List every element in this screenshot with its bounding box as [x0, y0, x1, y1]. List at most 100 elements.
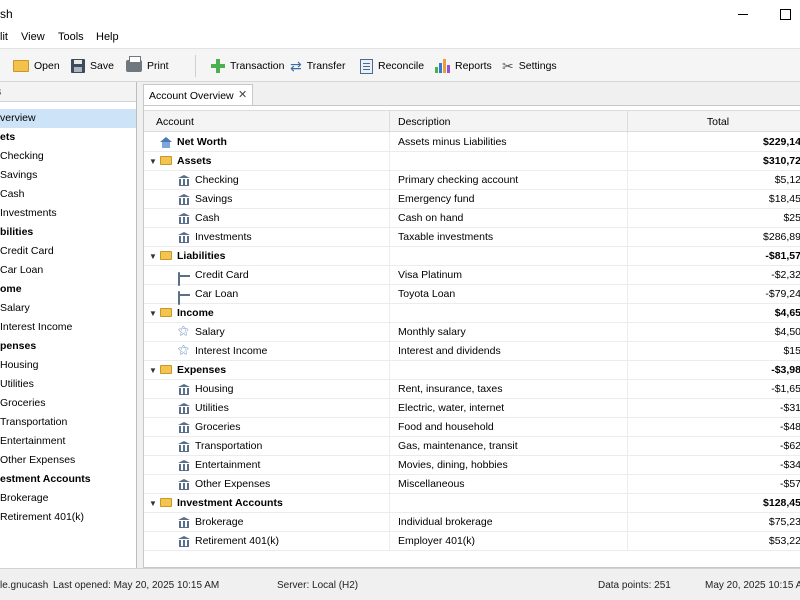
table-row[interactable]: Cash Cash on hand $25: [144, 209, 800, 228]
close-tab-icon[interactable]: ✕: [238, 88, 247, 101]
table-row[interactable]: Utilities Electric, water, internet -$31: [144, 399, 800, 418]
title-bar: sh: [0, 0, 800, 28]
account-cell: Savings: [144, 190, 390, 209]
tree-header-label: s: [0, 86, 2, 98]
account-cell: ▼ Income: [144, 304, 390, 323]
settings-button[interactable]: ✂ Settings: [502, 57, 557, 75]
account-name: Utilities: [195, 402, 229, 414]
tree-item-transportation[interactable]: Transportation: [0, 413, 136, 432]
total-cell: -$2,32: [771, 269, 800, 281]
save-button[interactable]: Save: [71, 57, 114, 75]
tree-item-retirement-401k[interactable]: Retirement 401(k): [0, 508, 136, 527]
total-cell: $128,45: [763, 497, 800, 509]
description-cell: Gas, maintenance, transit: [390, 437, 628, 456]
table-row[interactable]: Groceries Food and household -$48: [144, 418, 800, 437]
reports-button[interactable]: Reports: [435, 57, 492, 75]
status-server: Server: Local (H2): [277, 580, 359, 591]
tree-item-groceries[interactable]: Groceries: [0, 394, 136, 413]
folder-icon: [160, 156, 172, 165]
tree-item-salary[interactable]: Salary: [0, 299, 136, 318]
total-cell: -$48: [779, 421, 800, 433]
expander-icon[interactable]: ▼: [149, 247, 157, 266]
expander-icon[interactable]: ▼: [149, 304, 157, 323]
account-name: Savings: [195, 193, 233, 205]
status-date: May 20, 2025 10:15 AM: [705, 580, 800, 591]
table-row[interactable]: Investments Taxable investments $286,89: [144, 228, 800, 247]
folder-icon: [160, 498, 172, 507]
tree-item-brokerage[interactable]: Brokerage: [0, 489, 136, 508]
account-cell: Credit Card: [144, 266, 390, 286]
table-row[interactable]: Car Loan Toyota Loan -$79,24: [144, 285, 800, 305]
column-header-total[interactable]: Total: [628, 111, 800, 133]
table-row[interactable]: ⚝ Interest Income Interest and dividends $1…: [144, 342, 800, 361]
tree-item-housing[interactable]: Housing: [0, 356, 136, 375]
description-cell: Cash on hand: [390, 209, 628, 228]
table-row[interactable]: Brokerage Individual brokerage $75,23: [144, 513, 800, 532]
table-row[interactable]: ▼ Liabilities -$81,57: [144, 247, 800, 266]
menu-help[interactable]: Help: [96, 31, 119, 43]
column-header-description[interactable]: Description: [390, 111, 628, 133]
tree-item-income[interactable]: ome: [0, 280, 136, 299]
menu-view[interactable]: View: [21, 31, 45, 43]
account-cell: ⚝ Salary: [144, 323, 390, 342]
tree-item-cash[interactable]: Cash: [0, 185, 136, 204]
tree-item-assets[interactable]: ets: [0, 128, 136, 147]
account-cell: ▼ Liabilities: [144, 247, 390, 266]
table-row[interactable]: Housing Rent, insurance, taxes -$1,65: [144, 380, 800, 399]
tab-account-overview[interactable]: Account Overview ✕: [143, 84, 253, 105]
maximize-button[interactable]: [770, 4, 800, 24]
table-row[interactable]: ⚝ Salary Monthly salary $4,50: [144, 323, 800, 342]
table-row[interactable]: Transportation Gas, maintenance, transit -…: [144, 437, 800, 456]
column-header-account[interactable]: Account: [144, 111, 390, 133]
open-button[interactable]: Open: [13, 57, 60, 75]
table-row[interactable]: ▼ Assets $310,72: [144, 152, 800, 171]
menu-edit[interactable]: lit: [0, 31, 8, 43]
tree-item-overview[interactable]: verview: [0, 109, 136, 128]
expander-icon[interactable]: ▼: [149, 361, 157, 380]
total-cell: $53,22: [768, 535, 800, 547]
folder-icon: [160, 308, 172, 317]
table-row[interactable]: Retirement 401(k) Employer 401(k) $53,22: [144, 532, 800, 551]
tree-item-expenses[interactable]: penses: [0, 337, 136, 356]
print-button[interactable]: Print: [126, 56, 169, 75]
account-name: Income: [177, 307, 214, 319]
menu-tools[interactable]: Tools: [58, 31, 84, 43]
tree-item-interest-income[interactable]: Interest Income: [0, 318, 136, 337]
transfer-button[interactable]: ⇄ Transfer: [290, 57, 345, 75]
tree-item-liabilities[interactable]: bilities: [0, 223, 136, 242]
total-cell: $25: [783, 212, 800, 224]
expander-icon[interactable]: ▼: [149, 494, 157, 513]
tree-item-investment-accounts[interactable]: estment Accounts: [0, 470, 136, 489]
transaction-button[interactable]: Transaction: [211, 57, 284, 75]
tree-item-investments[interactable]: Investments: [0, 204, 136, 223]
account-name: Net Worth: [177, 136, 227, 148]
total-cell: $310,72: [763, 155, 800, 167]
table-row[interactable]: ▼ Expenses -$3,98: [144, 361, 800, 380]
tree-item-utilities[interactable]: Utilities: [0, 375, 136, 394]
description-cell: Visa Platinum: [390, 266, 628, 285]
table-row[interactable]: ▼ Income $4,65: [144, 304, 800, 323]
transfer-label: Transfer: [306, 60, 346, 72]
total-cell: $15: [783, 345, 800, 357]
tree-item-credit-card[interactable]: Credit Card: [0, 242, 136, 261]
minimize-button[interactable]: [728, 4, 758, 24]
table-row[interactable]: Entertainment Movies, dining, hobbies -$34: [144, 456, 800, 475]
tree-item-savings[interactable]: Savings: [0, 166, 136, 185]
table-row[interactable]: Other Expenses Miscellaneous -$57: [144, 475, 800, 494]
plus-icon: [211, 59, 225, 73]
account-cell: ▼ Expenses: [144, 361, 390, 380]
tree-item-checking[interactable]: Checking: [0, 147, 136, 166]
tree-item-entertainment[interactable]: Entertainment: [0, 432, 136, 451]
reconcile-button[interactable]: Reconcile: [360, 57, 424, 75]
table-row[interactable]: Savings Emergency fund $18,45: [144, 190, 800, 209]
expander-icon[interactable]: ▼: [149, 152, 157, 171]
open-label: Open: [34, 60, 60, 72]
tree-item-car-loan[interactable]: Car Loan: [0, 261, 136, 280]
folder-icon: [160, 251, 172, 260]
tree-item-other-expenses[interactable]: Other Expenses: [0, 451, 136, 470]
table-row[interactable]: Checking Primary checking account $5,12: [144, 171, 800, 190]
table-row[interactable]: Credit Card Visa Platinum -$2,32: [144, 266, 800, 286]
description-cell: Assets minus Liabilities: [390, 133, 628, 152]
table-row[interactable]: Net Worth Assets minus Liabilities $229,14: [144, 133, 800, 152]
table-row[interactable]: ▼ Investment Accounts $128,45: [144, 494, 800, 513]
